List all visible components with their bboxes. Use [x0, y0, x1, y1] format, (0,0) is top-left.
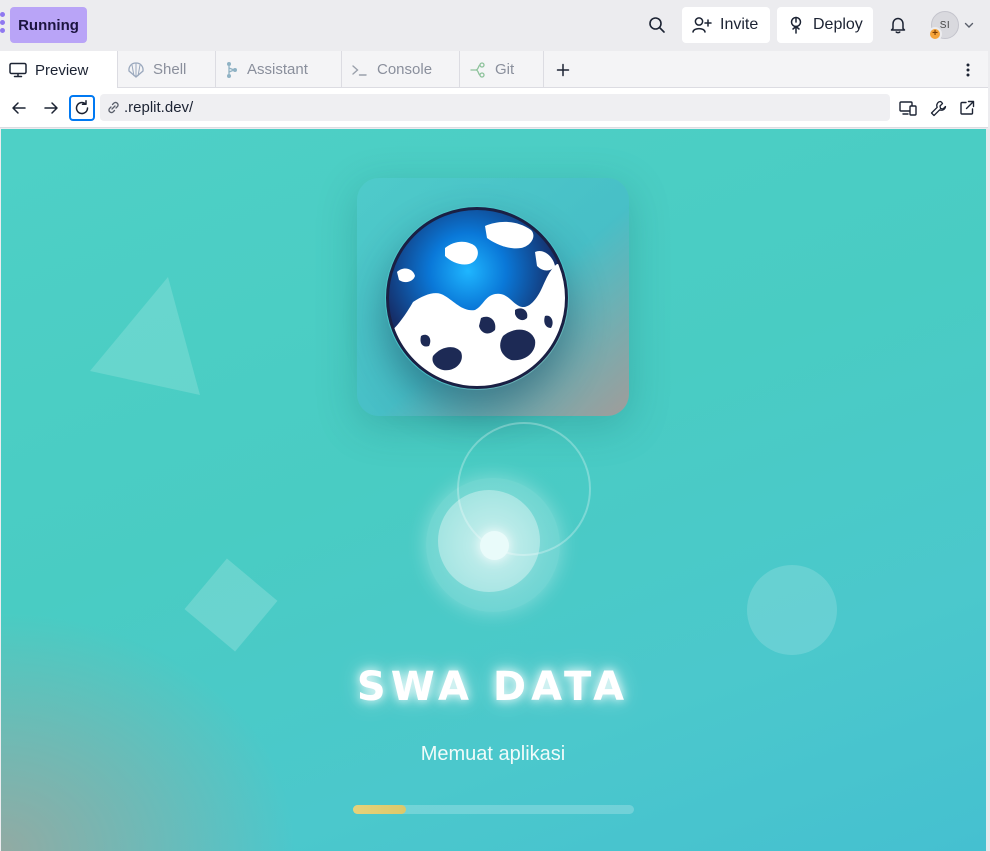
decor-triangle — [90, 277, 200, 395]
back-button[interactable] — [5, 94, 33, 122]
decor-circle — [747, 565, 837, 655]
monitor-icon — [9, 62, 27, 78]
deploy-icon — [790, 16, 802, 34]
reload-button[interactable] — [69, 95, 95, 121]
plus-icon — [556, 63, 570, 76]
tab-label: Git — [495, 61, 515, 78]
deploy-label: Deploy — [813, 16, 863, 33]
tab-console[interactable]: Console — [342, 51, 460, 88]
tab-preview[interactable]: Preview — [0, 51, 118, 89]
tab-label: Preview — [35, 61, 89, 79]
tab-label: Assistant — [247, 61, 308, 78]
preview-address-bar: .replit.dev/ — [0, 88, 988, 128]
globe-icon — [386, 207, 568, 389]
run-button[interactable]: Running — [10, 7, 87, 43]
devices-icon — [899, 101, 917, 116]
more-vertical-icon — [966, 63, 970, 76]
deploy-button[interactable]: Deploy — [777, 7, 873, 43]
search-icon — [649, 17, 665, 33]
forward-button[interactable] — [37, 94, 65, 122]
devtools-button[interactable] — [926, 96, 950, 120]
open-in-new-tab-button[interactable] — [955, 96, 979, 120]
workspace-header: Running Invite Deploy SI + — [0, 0, 990, 50]
assistant-icon — [227, 61, 237, 78]
pane-tab-bar: Preview Shell Assistant Console Git — [0, 51, 988, 89]
arrow-left-icon — [12, 102, 26, 114]
drag-handle-icon[interactable] — [0, 12, 6, 36]
tab-label: Console — [377, 61, 433, 78]
new-tab-button[interactable] — [548, 51, 578, 88]
reload-icon — [75, 100, 89, 115]
loading-message: Memuat aplikasi — [420, 743, 566, 765]
app-title: SWA DATA — [356, 664, 630, 710]
url-text: .replit.dev/ — [124, 99, 194, 116]
invite-button[interactable]: Invite — [682, 7, 770, 43]
loading-spinner-core — [480, 531, 509, 560]
git-icon — [470, 61, 485, 78]
bell-icon — [890, 17, 906, 34]
external-link-icon — [960, 100, 975, 115]
devtools-devices-button[interactable] — [896, 96, 920, 120]
globe-logo — [385, 206, 569, 390]
tab-assistant[interactable]: Assistant — [216, 51, 342, 88]
arrow-right-icon — [44, 102, 58, 114]
loading-progress-bar — [353, 805, 634, 814]
console-icon — [352, 64, 367, 76]
link-icon — [108, 101, 119, 114]
pane-menu-button[interactable] — [956, 51, 980, 88]
loading-progress-fill — [353, 805, 407, 814]
account-menu[interactable]: SI + — [928, 10, 978, 42]
add-user-icon — [692, 17, 712, 33]
tab-shell[interactable]: Shell — [118, 51, 216, 88]
avatar-badge: + — [928, 27, 942, 41]
url-input[interactable]: .replit.dev/ — [100, 94, 890, 121]
search-button[interactable] — [642, 10, 672, 40]
chevron-down-icon — [964, 22, 974, 28]
tab-label: Shell — [153, 61, 187, 78]
notifications-button[interactable] — [883, 10, 913, 40]
invite-label: Invite — [720, 16, 759, 33]
scrollbar[interactable] — [986, 129, 990, 851]
tab-git[interactable]: Git — [460, 51, 544, 88]
shell-icon — [128, 61, 144, 78]
wrench-icon — [930, 100, 946, 116]
